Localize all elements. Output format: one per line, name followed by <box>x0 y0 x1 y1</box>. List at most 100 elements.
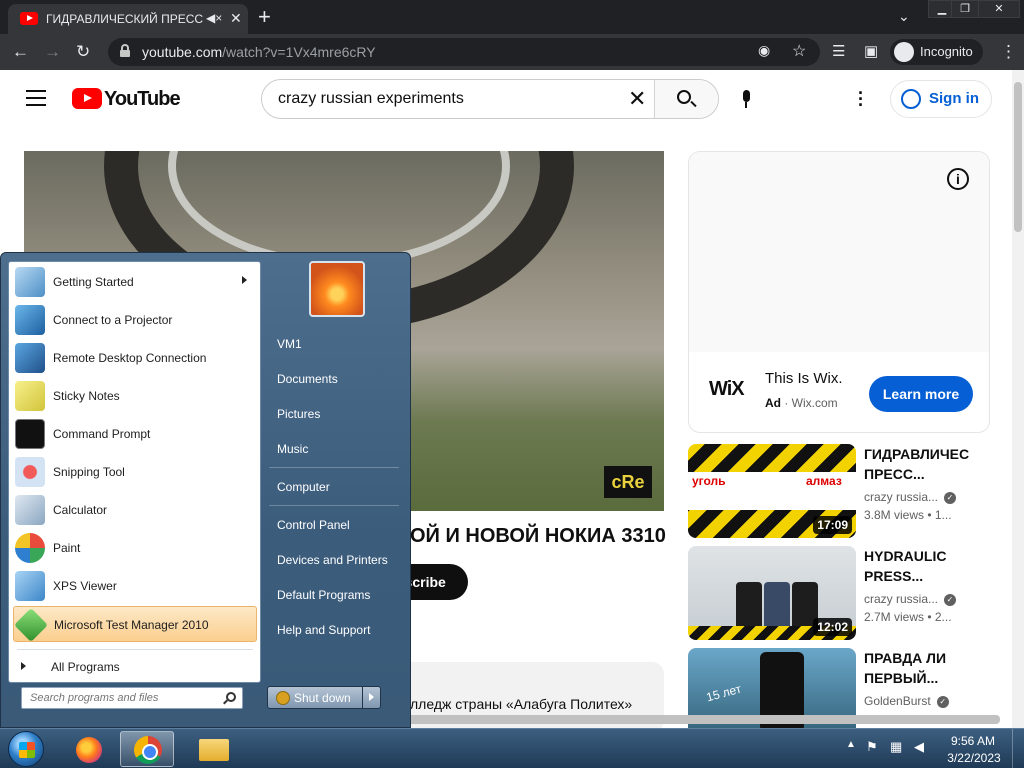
program-xps-viewer[interactable]: XPS Viewer <box>13 568 257 604</box>
incognito-indicator[interactable]: Incognito <box>890 39 983 65</box>
program-label: Paint <box>53 541 81 555</box>
place-user-folder[interactable]: VM1 <box>277 337 302 351</box>
program-label: XPS Viewer <box>53 579 117 593</box>
thumbnail-label-left: уголь <box>692 474 726 488</box>
place-help-support[interactable]: Help and Support <box>277 623 370 637</box>
back-arrow-icon[interactable]: ← <box>12 42 29 62</box>
media-queue-icon[interactable]: ☰ <box>832 42 845 60</box>
restore-button[interactable]: ❐ <box>951 0 979 18</box>
program-remote-desktop[interactable]: Remote Desktop Connection <box>13 340 257 376</box>
start-menu-programs-pane: Getting Started Connect to a Projector R… <box>8 261 261 683</box>
place-default-programs[interactable]: Default Programs <box>277 588 370 602</box>
program-test-manager[interactable]: Microsoft Test Manager 2010 <box>13 606 257 642</box>
all-programs-button[interactable]: All Programs <box>21 656 251 678</box>
program-label: Sticky Notes <box>53 389 120 403</box>
place-computer[interactable]: Computer <box>277 480 330 494</box>
address-bar[interactable]: youtube.com/watch?v=1Vx4mre6cRY ◉ ☆ <box>108 38 820 66</box>
forward-arrow-icon[interactable]: → <box>44 42 61 62</box>
shield-icon <box>276 691 290 705</box>
video-thumbnail[interactable]: уголь алмаз 17:09 <box>688 444 856 538</box>
recommended-title[interactable]: ПРАВДА ЛИ ПЕРВЫЙ... <box>864 648 976 688</box>
recommended-video[interactable]: 12:02 HYDRAULIC PRESS... crazy russia...… <box>688 546 1008 640</box>
bookmark-star-icon[interactable]: ☆ <box>792 41 806 61</box>
clock-time[interactable]: 9:56 AM <box>950 734 996 748</box>
place-documents[interactable]: Documents <box>277 372 338 386</box>
ad-info-icon[interactable]: i <box>947 168 969 190</box>
ad-card[interactable]: i WiX This Is Wix. Ad · Wix.com Learn mo… <box>688 151 990 433</box>
search-magnifier-icon[interactable] <box>226 692 236 702</box>
clear-search-icon[interactable]: ✕ <box>628 86 646 112</box>
eye-slash-icon[interactable]: ◉ <box>758 42 770 59</box>
shut-down-button[interactable]: Shut down <box>267 686 381 709</box>
show-hidden-icons-icon[interactable]: ▲ <box>846 739 860 753</box>
search-icon <box>677 90 691 104</box>
incognito-label: Incognito <box>920 44 973 59</box>
new-tab-button[interactable]: + <box>258 4 271 30</box>
ad-title: This Is Wix. <box>765 370 843 387</box>
chrome-icon <box>134 736 162 764</box>
recommended-title[interactable]: ГИДРАВЛИЧЕС ПРЕСС... <box>864 444 976 484</box>
show-desktop-button[interactable] <box>1012 729 1024 769</box>
browser-tab-youtube[interactable]: ГИДРАВЛИЧЕСКИЙ ПРЕСС ◀× ✕ <box>8 4 248 34</box>
close-window-button[interactable]: ✕ <box>978 0 1020 18</box>
url-text: youtube.com/watch?v=1Vx4mre6cRY <box>142 44 376 60</box>
firefox-icon <box>76 737 102 763</box>
program-label: Microsoft Test Manager 2010 <box>54 618 209 632</box>
incognito-icon <box>894 42 914 62</box>
network-icon[interactable]: ▦ <box>890 739 904 754</box>
hamburger-menu-icon[interactable] <box>26 90 46 111</box>
lock-icon <box>120 44 130 57</box>
tab-search-chevron-icon[interactable]: ⌄ <box>898 8 910 25</box>
program-getting-started[interactable]: Getting Started <box>13 264 257 300</box>
channel-name[interactable]: crazy russia... ✓ <box>864 592 957 606</box>
program-snipping-tool[interactable]: Snipping Tool <box>13 454 257 490</box>
chrome-menu-icon[interactable]: ⋮ <box>1000 42 1017 62</box>
place-music[interactable]: Music <box>277 442 308 456</box>
place-pictures[interactable]: Pictures <box>277 407 320 421</box>
program-calculator[interactable]: Calculator <box>13 492 257 528</box>
settings-more-icon[interactable]: · · · <box>858 84 864 114</box>
user-picture[interactable] <box>309 261 365 317</box>
view-count: 2.7M views • 2... <box>864 610 952 624</box>
taskbar-chrome[interactable] <box>120 731 174 767</box>
program-command-prompt[interactable]: Command Prompt <box>13 416 257 452</box>
recommended-video[interactable]: уголь алмаз 17:09 ГИДРАВЛИЧЕС ПРЕСС... c… <box>688 444 1008 538</box>
taskbar-firefox[interactable] <box>62 731 116 767</box>
all-programs-label: All Programs <box>51 660 120 674</box>
program-sticky-notes[interactable]: Sticky Notes <box>13 378 257 414</box>
video-thumbnail[interactable]: 12:02 <box>688 546 856 640</box>
shutdown-options-arrow-icon[interactable] <box>362 687 380 708</box>
thumbnail-label: 15 лет <box>704 681 743 705</box>
verified-check-icon: ✓ <box>944 491 957 504</box>
start-button[interactable] <box>8 731 44 767</box>
action-center-flag-icon[interactable]: ⚑ <box>866 739 880 754</box>
search-button[interactable] <box>654 80 718 118</box>
channel-name[interactable]: GoldenBurst ✓ <box>864 694 949 708</box>
channel-watermark: cRe <box>604 466 652 498</box>
place-devices-printers[interactable]: Devices and Printers <box>277 553 388 567</box>
program-paint[interactable]: Paint <box>13 530 257 566</box>
snipping-tool-icon <box>15 457 45 487</box>
tab-close-icon[interactable]: ✕ <box>230 10 242 27</box>
taskbar-explorer[interactable] <box>186 731 240 767</box>
place-control-panel[interactable]: Control Panel <box>277 518 350 532</box>
volume-muted-icon[interactable]: ◀ <box>914 739 928 754</box>
channel-name[interactable]: crazy russia... ✓ <box>864 490 957 504</box>
reload-icon[interactable]: ↻ <box>76 42 90 62</box>
browser-tab-strip: ГИДРАВЛИЧЕСКИЙ ПРЕСС ◀× ✕ + ⌄ ▁ ❐ ✕ <box>0 0 1024 34</box>
clock-date[interactable]: 3/22/2023 <box>946 751 1002 765</box>
start-search-input[interactable] <box>28 691 218 705</box>
tab-muted-audio-icon[interactable]: ◀× <box>206 11 222 25</box>
voice-search-mic-icon[interactable] <box>740 90 752 110</box>
tab-title: ГИДРАВЛИЧЕСКИЙ ПРЕСС <box>46 12 204 26</box>
sign-in-button[interactable]: Sign in <box>890 80 992 118</box>
video-duration: 17:09 <box>813 516 852 534</box>
recommended-title[interactable]: HYDRAULIC PRESS... <box>864 546 976 586</box>
ad-image <box>689 152 989 352</box>
divider <box>269 467 399 468</box>
side-panel-icon[interactable]: ▣ <box>864 42 878 60</box>
search-input[interactable] <box>276 88 616 110</box>
program-connect-projector[interactable]: Connect to a Projector <box>13 302 257 338</box>
learn-more-button[interactable]: Learn more <box>869 376 973 412</box>
vertical-scrollbar[interactable] <box>1012 70 1024 728</box>
